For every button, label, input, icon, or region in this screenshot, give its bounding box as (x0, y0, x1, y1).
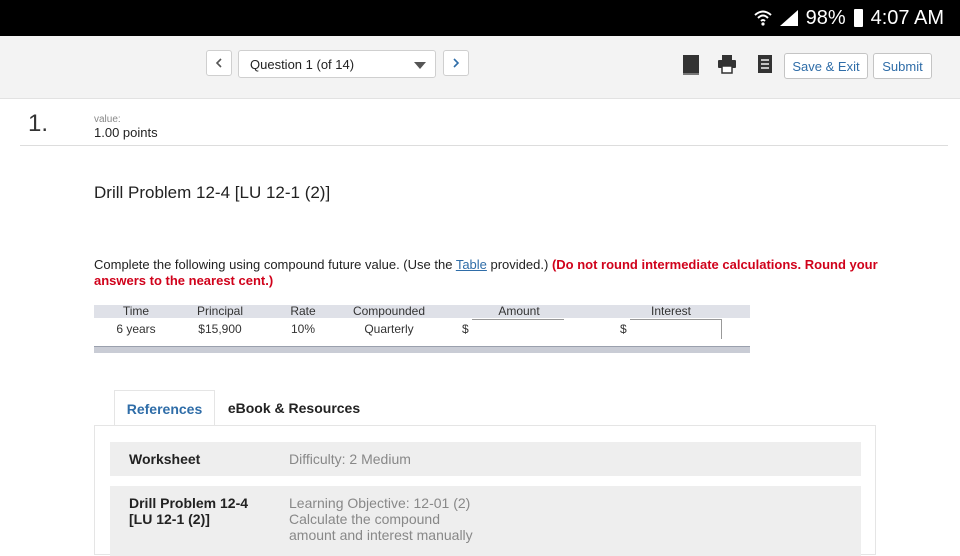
question-select[interactable]: Question 1 (of 14) (238, 50, 436, 78)
instructions: Complete the following using compound fu… (94, 257, 914, 289)
previous-question-button[interactable] (206, 50, 232, 76)
question-select-label: Question 1 (of 14) (250, 57, 355, 72)
cell-time: 6 years (116, 322, 156, 336)
submit-button[interactable]: Submit (873, 53, 932, 79)
problem-title: Drill Problem 12-4 [LU 12-1 (2)] (94, 183, 331, 202)
cell-compounded: Quarterly (364, 322, 414, 336)
wifi-icon (753, 10, 772, 26)
chevron-right-icon (453, 58, 460, 68)
learning-objective-text: Learning Objective: 12-01 (2) Calculate … (289, 495, 473, 543)
interest-input[interactable] (630, 319, 722, 339)
battery-icon (853, 9, 863, 27)
difficulty-text: Difficulty: 2 Medium (289, 451, 411, 467)
instruction-text: Complete the following using compound fu… (94, 257, 456, 272)
value-label: value: (94, 114, 121, 125)
amount-input[interactable] (472, 319, 564, 339)
amount-currency-symbol: $ (462, 322, 469, 336)
signal-icon (779, 10, 798, 26)
clock-time: 4:07 AM (870, 6, 944, 29)
question-points: 1.00 points (94, 125, 158, 140)
tab-references[interactable]: References (114, 390, 215, 426)
tab-ebook-resources[interactable]: eBook & Resources (224, 390, 364, 426)
notes-icon[interactable] (756, 54, 774, 74)
header-amount: Amount (498, 304, 540, 318)
header-compounded: Compounded (352, 304, 426, 318)
cell-principal: $15,900 (198, 322, 242, 336)
problem-table: Time Principal Rate Compounded Amount In… (94, 305, 750, 355)
divider (20, 145, 948, 146)
save-exit-button[interactable]: Save & Exit (784, 53, 868, 79)
table-link[interactable]: Table (456, 257, 487, 272)
status-icons: 98% 4:07 AM (753, 0, 944, 36)
table-footer (94, 346, 750, 353)
ebook-icon[interactable] (682, 54, 700, 76)
header-time: Time (122, 304, 150, 318)
instruction-text-mid: provided.) (486, 257, 552, 272)
status-bar: 98% 4:07 AM (0, 0, 960, 36)
header-principal: Principal (196, 304, 244, 318)
references-panel: Worksheet Difficulty: 2 Medium Drill Pro… (94, 425, 876, 556)
question-number: 1. (28, 110, 49, 137)
worksheet-row: Worksheet Difficulty: 2 Medium (110, 442, 861, 476)
question-toolbar: Question 1 (of 14) Save & Exit Submit (0, 36, 960, 99)
print-icon[interactable] (717, 54, 737, 74)
problem-reference-label: Drill Problem 12-4 [LU 12-1 (2)] (129, 495, 249, 527)
next-question-button[interactable] (443, 50, 469, 76)
header-rate: Rate (290, 304, 316, 318)
chevron-down-icon (414, 62, 426, 69)
interest-currency-symbol: $ (620, 322, 627, 336)
cell-rate: 10% (290, 322, 316, 336)
chevron-left-icon (215, 58, 222, 68)
battery-percent: 98% (805, 6, 846, 29)
worksheet-label: Worksheet (129, 451, 201, 467)
header-interest: Interest (650, 304, 692, 318)
problem-reference-row: Drill Problem 12-4 [LU 12-1 (2)] Learnin… (110, 486, 861, 556)
